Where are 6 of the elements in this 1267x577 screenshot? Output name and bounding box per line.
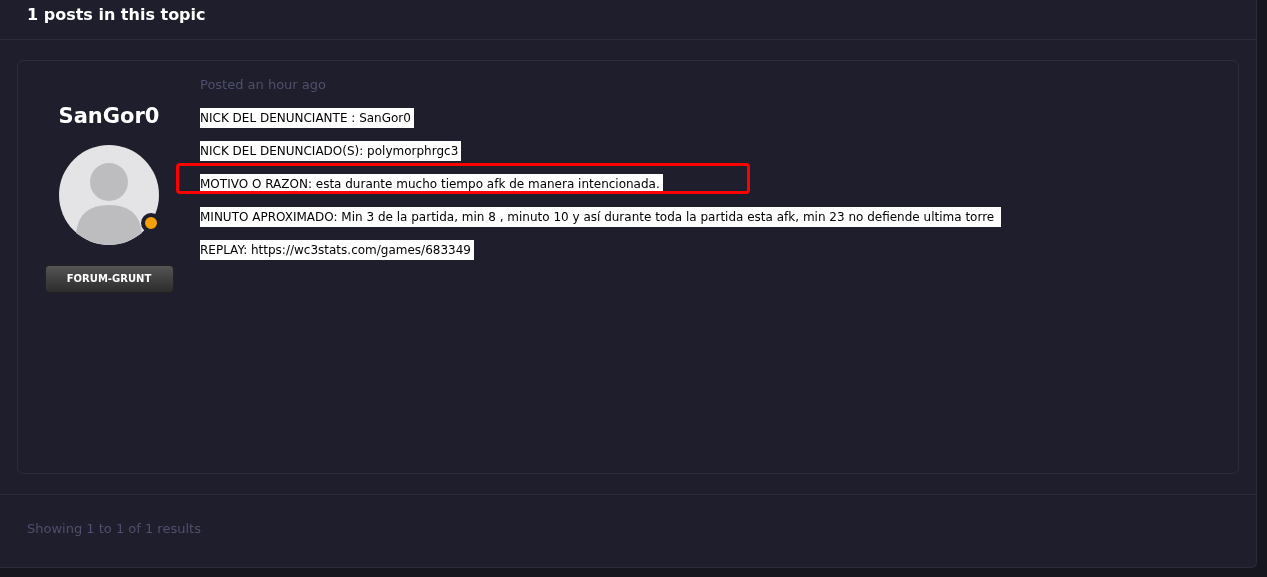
post-time: Posted an hour ago: [200, 76, 327, 94]
topic-title: 1 posts in this topic: [27, 3, 206, 26]
author-name: SanGor0: [58, 103, 160, 130]
results-count: Showing 1 to 1 of 1 results: [27, 520, 201, 539]
rank-badge: FORUM-GRUNT: [44, 264, 174, 293]
avatar-icon: [59, 144, 159, 245]
